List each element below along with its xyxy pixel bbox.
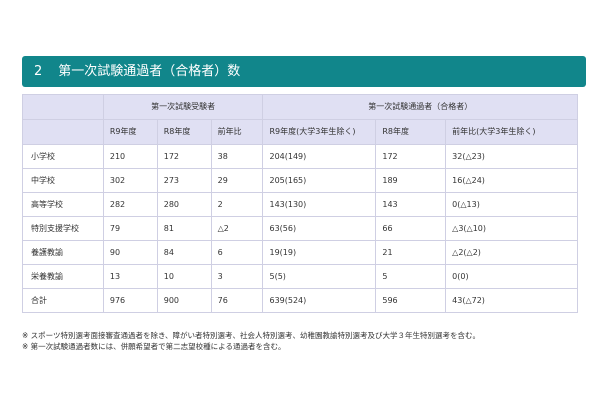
table-cell: 21	[375, 240, 447, 265]
row-label: 中学校	[22, 168, 104, 193]
table-row: 特別支援学校 79 81 △2 63(56) 66 △3(△10)	[22, 216, 578, 241]
row-label: 小学校	[22, 144, 104, 169]
row-label: 養護教諭	[22, 240, 104, 265]
table-cell: 6	[210, 240, 264, 265]
table-cell: 143(130)	[262, 192, 377, 217]
table-cell: 3	[210, 264, 264, 289]
corner-header	[22, 119, 104, 145]
section-title: 第一次試験通過者（合格者）数	[58, 64, 241, 79]
column-header: 前年比	[210, 119, 264, 145]
table-cell: △2(△2)	[445, 240, 578, 265]
table-row: 小学校 210 172 38 204(149) 172 32(△23)	[22, 144, 578, 169]
table-cell: 76	[210, 288, 264, 313]
table-cell: 596	[375, 288, 447, 313]
table-cell: 172	[375, 144, 447, 169]
row-label: 高等学校	[22, 192, 104, 217]
table-cell: 280	[156, 192, 212, 217]
table-cell: △2	[210, 216, 264, 241]
table-cell: 204(149)	[262, 144, 377, 169]
table-cell: 10	[156, 264, 212, 289]
passers-group-header: 第一次試験通過者（合格者）	[262, 94, 578, 120]
section-number: 2	[34, 64, 43, 79]
table-cell: 32(△23)	[445, 144, 578, 169]
footnote: ※ 第一次試験通過者数には、併願希望者で第二志望校種による通過者を含む。	[22, 342, 286, 351]
table-cell: 900	[156, 288, 212, 313]
table-cell: 0(△13)	[445, 192, 578, 217]
results-table: 第一次試験受験者 第一次試験通過者（合格者） R9年度 R8年度 前年比 R9年…	[22, 94, 578, 313]
corner-header	[22, 94, 104, 120]
row-label: 栄養教諭	[22, 264, 104, 289]
table-cell: 282	[102, 192, 158, 217]
footnotes: ※ スポーツ特別選考面接審査通過者を除き、障がい者特別選考、社会人特別選考、幼稚…	[22, 330, 582, 352]
table-cell: 29	[210, 168, 264, 193]
column-header: R9年度	[102, 119, 158, 145]
table-cell: 2	[210, 192, 264, 217]
column-header: R8年度	[375, 119, 447, 145]
table-cell: 79	[102, 216, 158, 241]
table-cell: 273	[156, 168, 212, 193]
table-cell: 639(524)	[262, 288, 377, 313]
table-cell: 302	[102, 168, 158, 193]
table-cell: 90	[102, 240, 158, 265]
table-cell: 5	[375, 264, 447, 289]
row-label: 合計	[22, 288, 104, 313]
table-row: 栄養教諭 13 10 3 5(5) 5 0(0)	[22, 264, 578, 289]
table-cell: 210	[102, 144, 158, 169]
table-cell: 5(5)	[262, 264, 377, 289]
table-cell: △3(△10)	[445, 216, 578, 241]
table-cell: 205(165)	[262, 168, 377, 193]
column-header: 前年比(大学3年生除く)	[445, 119, 578, 145]
sub-header-row: R9年度 R8年度 前年比 R9年度(大学3年生除く) R8年度 前年比(大学3…	[22, 119, 578, 145]
footnote: ※ スポーツ特別選考面接審査通過者を除き、障がい者特別選考、社会人特別選考、幼稚…	[22, 331, 480, 340]
table-cell: 81	[156, 216, 212, 241]
column-header: R8年度	[156, 119, 212, 145]
row-label: 特別支援学校	[22, 216, 104, 241]
table-cell: 84	[156, 240, 212, 265]
column-header: R9年度(大学3年生除く)	[262, 119, 377, 145]
table-cell: 189	[375, 168, 447, 193]
table-cell: 172	[156, 144, 212, 169]
group-header-row: 第一次試験受験者 第一次試験通過者（合格者）	[22, 94, 578, 120]
table-row-total: 合計 976 900 76 639(524) 596 43(△72)	[22, 288, 578, 313]
table-cell: 13	[102, 264, 158, 289]
table-cell: 0(0)	[445, 264, 578, 289]
table-row: 中学校 302 273 29 205(165) 189 16(△24)	[22, 168, 578, 193]
table-cell: 16(△24)	[445, 168, 578, 193]
applicants-group-header: 第一次試験受験者	[102, 94, 264, 120]
table-cell: 976	[102, 288, 158, 313]
table-cell: 19(19)	[262, 240, 377, 265]
table-cell: 63(56)	[262, 216, 377, 241]
section-title-bar: 2 第一次試験通過者（合格者）数	[22, 56, 586, 87]
table-row: 高等学校 282 280 2 143(130) 143 0(△13)	[22, 192, 578, 217]
table-cell: 143	[375, 192, 447, 217]
table-row: 養護教諭 90 84 6 19(19) 21 △2(△2)	[22, 240, 578, 265]
table-cell: 38	[210, 144, 264, 169]
table-cell: 66	[375, 216, 447, 241]
table-cell: 43(△72)	[445, 288, 578, 313]
